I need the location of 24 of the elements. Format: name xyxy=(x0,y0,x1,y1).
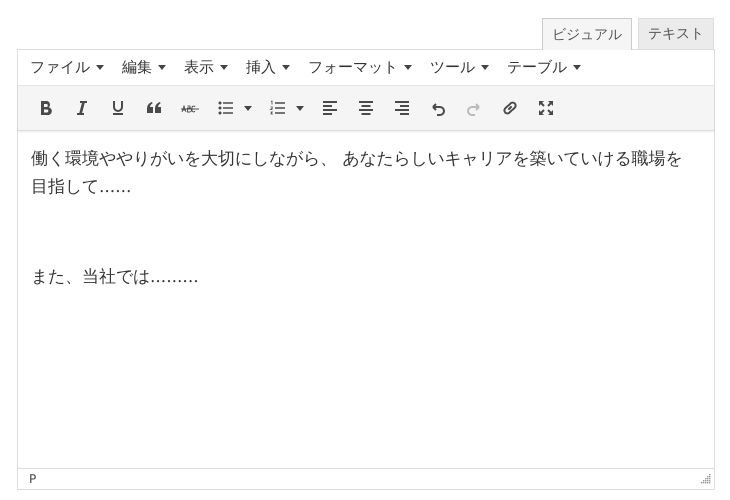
caret-icon xyxy=(220,65,228,70)
align-right-icon xyxy=(392,98,412,118)
menu-button[interactable]: 編集 xyxy=(114,54,174,81)
element-path[interactable]: P xyxy=(29,472,36,486)
menu-button[interactable]: 表示 xyxy=(176,54,236,81)
body-paragraph: また、当社では......... xyxy=(31,266,200,289)
caret-icon xyxy=(96,65,104,70)
caret-icon xyxy=(573,65,581,70)
caret-icon xyxy=(158,65,166,70)
menu-button[interactable]: テーブル xyxy=(499,54,589,81)
menu-button[interactable]: ファイル xyxy=(22,54,112,81)
body-paragraph: 働く環境ややりがいを大切にしながら、 あなたらしいキャリアを築いていける職場を目指して...... xyxy=(31,148,684,199)
menu-button[interactable]: フォーマット xyxy=(300,54,420,81)
editor-tab[interactable]: ビジュアル xyxy=(542,18,632,50)
caret-icon xyxy=(282,65,290,70)
resize-handle-icon[interactable] xyxy=(701,474,711,484)
caret-icon xyxy=(481,65,489,70)
align-center-icon xyxy=(356,98,376,118)
menu-button[interactable]: 挿入 xyxy=(238,54,298,81)
editor-tab[interactable]: テキスト xyxy=(638,18,714,49)
menu-button[interactable]: ツール xyxy=(422,54,497,81)
fullscreen-icon xyxy=(536,98,556,118)
caret-icon xyxy=(404,65,412,70)
align-left-icon xyxy=(320,98,340,118)
